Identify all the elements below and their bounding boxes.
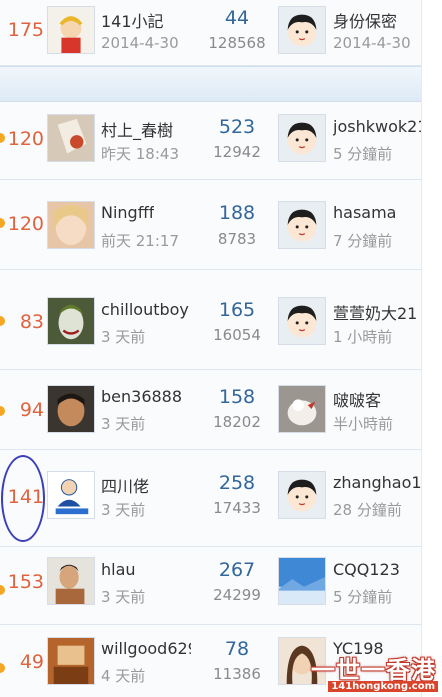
- reply-count: 523: [218, 116, 256, 138]
- last-reply-user[interactable]: 身份保密: [333, 8, 421, 32]
- reply-count: 258: [218, 472, 256, 494]
- post-time: 3 天前: [101, 328, 146, 346]
- reply-count: 267: [218, 559, 256, 581]
- last-reply-user[interactable]: 萱萱奶大21: [333, 300, 421, 324]
- avatar[interactable]: [47, 471, 95, 519]
- score: 120: [7, 213, 44, 235]
- author-name[interactable]: 四川佬: [101, 473, 149, 497]
- last-reply-time: 7 分鐘前: [333, 232, 393, 250]
- post-time: 前天 21:17: [101, 232, 179, 250]
- last-reply-user[interactable]: joshkwok21: [333, 117, 421, 136]
- last-reply-user[interactable]: hasama: [333, 203, 421, 222]
- view-count: 12942: [213, 143, 261, 161]
- last-reply-time: 半小時前: [333, 415, 394, 433]
- last-reply-time: 5 分鐘前: [333, 145, 393, 163]
- author-name[interactable]: Ningfff: [101, 203, 154, 222]
- watermark-logo: 一世一香港 141hongkong.com: [311, 640, 442, 697]
- score: 83: [19, 311, 44, 333]
- view-count: 128568: [208, 34, 266, 52]
- score: 94: [19, 399, 44, 421]
- avatar[interactable]: [47, 385, 95, 433]
- last-reply-user[interactable]: zhanghao16: [333, 473, 421, 492]
- post-time: 3 天前: [101, 501, 146, 519]
- avatar[interactable]: [47, 6, 95, 54]
- post-time: 3 天前: [101, 588, 146, 606]
- score: 153: [7, 571, 44, 593]
- score: 120: [7, 128, 44, 150]
- avatar[interactable]: [47, 114, 95, 162]
- avatar[interactable]: [278, 385, 326, 433]
- score: 175: [7, 19, 44, 41]
- post-time: 2014-4-30: [101, 34, 179, 52]
- author-name[interactable]: 村上_春樹: [101, 117, 173, 141]
- last-reply-time: 1 小時前: [333, 328, 393, 346]
- list-item: 175 141小記 2014-4-30 44 128568 身份保密 2014-…: [0, 0, 421, 66]
- post-time: 4 天前: [101, 667, 146, 685]
- reply-count: 188: [218, 202, 256, 224]
- avatar[interactable]: [47, 297, 95, 345]
- default-avatar-icon[interactable]: [278, 114, 326, 162]
- default-avatar-icon[interactable]: [278, 6, 326, 54]
- default-avatar-icon[interactable]: [278, 297, 326, 345]
- author-name[interactable]: chilloutboy: [101, 300, 189, 319]
- post-time: 昨天 18:43: [101, 145, 179, 163]
- list-item: 83 chilloutboy 3 天前 165 16054 萱萱奶大21 1 小…: [0, 270, 421, 370]
- highlight-circle: [1, 455, 45, 542]
- last-reply-user[interactable]: 啵啵客: [333, 387, 421, 411]
- list-item: 141 四川佬 3 天前 258 17433 zhanghao16 28 分鐘前: [0, 450, 421, 547]
- watermark-url: 141hongkong.com: [328, 681, 438, 692]
- author-name[interactable]: willgood629: [101, 639, 191, 658]
- section-divider: [0, 66, 421, 102]
- thread-list: 175 141小記 2014-4-30 44 128568 身份保密 2014-…: [0, 0, 442, 697]
- view-count: 11386: [213, 665, 261, 683]
- view-count: 24299: [213, 586, 261, 604]
- list-item: 153 hlau 3 天前 267 24299 CQQ123 5 分鐘前: [0, 547, 421, 625]
- view-count: 18202: [213, 413, 261, 431]
- last-reply-time: 5 分鐘前: [333, 588, 393, 606]
- default-avatar-icon[interactable]: [278, 471, 326, 519]
- avatar[interactable]: [278, 557, 326, 605]
- list-item: 120 Ningfff 前天 21:17 188 8783 hasama 7 分…: [0, 180, 421, 270]
- reply-count: 44: [224, 7, 250, 29]
- view-count: 8783: [217, 230, 257, 248]
- author-name[interactable]: ben36888: [101, 387, 182, 406]
- view-count: 16054: [213, 326, 261, 344]
- author-name[interactable]: 141小記: [101, 8, 164, 32]
- reply-count: 78: [224, 638, 250, 660]
- list-item: 120 村上_春樹 昨天 18:43 523 12942 joshkwok21 …: [0, 102, 421, 180]
- watermark-text: 一世一香港: [311, 656, 436, 684]
- last-reply-time: 2014-4-30: [333, 34, 411, 52]
- reply-count: 158: [218, 386, 256, 408]
- avatar[interactable]: [47, 557, 95, 605]
- last-reply-time: 28 分鐘前: [333, 501, 402, 519]
- avatar[interactable]: [47, 637, 95, 685]
- last-reply-user[interactable]: CQQ123: [333, 560, 421, 579]
- list-item: 94 ben36888 3 天前 158 18202 啵啵客 半小時前: [0, 370, 421, 450]
- avatar[interactable]: [47, 201, 95, 249]
- default-avatar-icon[interactable]: [278, 201, 326, 249]
- author-name[interactable]: hlau: [101, 560, 136, 579]
- view-count: 17433: [213, 499, 261, 517]
- post-time: 3 天前: [101, 415, 146, 433]
- score: 49: [19, 651, 44, 673]
- reply-count: 165: [218, 299, 256, 321]
- right-margin: [421, 0, 442, 697]
